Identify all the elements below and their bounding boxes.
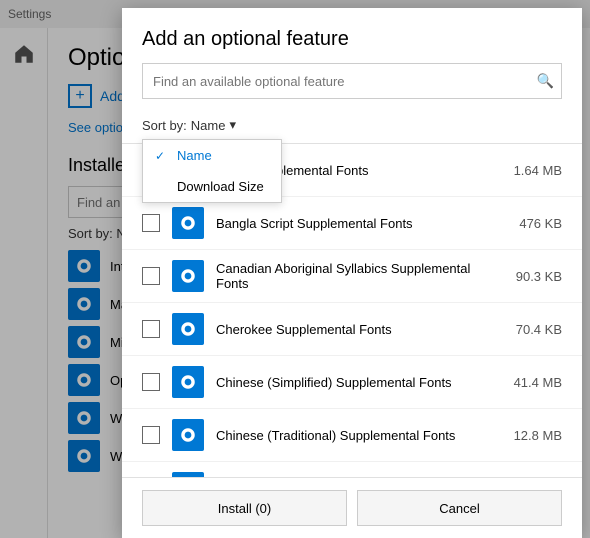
- cancel-button[interactable]: Cancel: [357, 490, 562, 526]
- checkmark-icon: ✓: [155, 149, 169, 163]
- feature-size-1: 476 KB: [519, 216, 562, 231]
- feature-size-0: 1.64 MB: [514, 163, 562, 178]
- feature-list-item: Chinese (Traditional) Supplemental Fonts…: [122, 409, 582, 462]
- chevron-down-icon: ▾: [229, 117, 236, 133]
- feature-name-3: Cherokee Supplemental Fonts: [216, 322, 504, 337]
- feature-list-item: Bangla Script Supplemental Fonts 476 KB: [122, 197, 582, 250]
- sort-option-download-size[interactable]: Download Size: [143, 171, 281, 202]
- feature-size-2: 90.3 KB: [516, 269, 562, 284]
- sort-option-name-label: Name: [177, 148, 212, 163]
- feature-list-item: Cherokee Supplemental Fonts 70.4 KB: [122, 303, 582, 356]
- modal-header: Add an optional feature 🔍: [122, 8, 582, 111]
- feature-checkbox-5[interactable]: [142, 426, 160, 444]
- modal-title: Add an optional feature: [142, 28, 562, 51]
- sort-option-name[interactable]: ✓ Name: [143, 140, 281, 171]
- feature-name-1: Bangla Script Supplemental Fonts: [216, 216, 507, 231]
- modal-overlay: Add an optional feature 🔍 Sort by: Name …: [0, 0, 590, 538]
- feature-icon-2: [172, 260, 204, 292]
- search-icon: 🔍: [537, 73, 554, 90]
- feature-list-item: Canadian Aboriginal Syllabics Supplement…: [122, 250, 582, 303]
- sort-option-size-label: Download Size: [177, 179, 264, 194]
- feature-list-item: Chinese (Simplified) Supplemental Fonts …: [122, 356, 582, 409]
- feature-checkbox-3[interactable]: [142, 320, 160, 338]
- feature-name-4: Chinese (Simplified) Supplemental Fonts: [216, 375, 502, 390]
- feature-icon-3: [172, 313, 204, 345]
- feature-checkbox-4[interactable]: [142, 373, 160, 391]
- feature-checkbox-2[interactable]: [142, 267, 160, 285]
- sort-by-dropdown[interactable]: Sort by: Name ▾: [142, 117, 562, 133]
- feature-checkbox-1[interactable]: [142, 214, 160, 232]
- feature-icon-1: [172, 207, 204, 239]
- feature-size-5: 12.8 MB: [514, 428, 562, 443]
- feature-search-input[interactable]: [142, 63, 562, 99]
- modal-footer: Install (0) Cancel: [122, 477, 582, 538]
- feature-icon-4: [172, 366, 204, 398]
- feature-list-item: Devanagari Supplemental Fonts 1.46 MB: [122, 462, 582, 477]
- feature-size-3: 70.4 KB: [516, 322, 562, 337]
- modal-dialog: Add an optional feature 🔍 Sort by: Name …: [122, 8, 582, 538]
- install-button[interactable]: Install (0): [142, 490, 347, 526]
- sort-dropdown-menu: ✓ Name Download Size: [142, 139, 282, 203]
- feature-name-5: Chinese (Traditional) Supplemental Fonts: [216, 428, 502, 443]
- sort-section: Sort by: Name ▾ ✓ Name Download Size: [122, 111, 582, 139]
- sort-by-label: Sort by:: [142, 118, 187, 133]
- sort-by-value: Name: [191, 118, 226, 133]
- feature-size-4: 41.4 MB: [514, 375, 562, 390]
- feature-name-2: Canadian Aboriginal Syllabics Supplement…: [216, 261, 504, 291]
- feature-icon-5: [172, 419, 204, 451]
- search-wrapper: 🔍: [142, 63, 562, 99]
